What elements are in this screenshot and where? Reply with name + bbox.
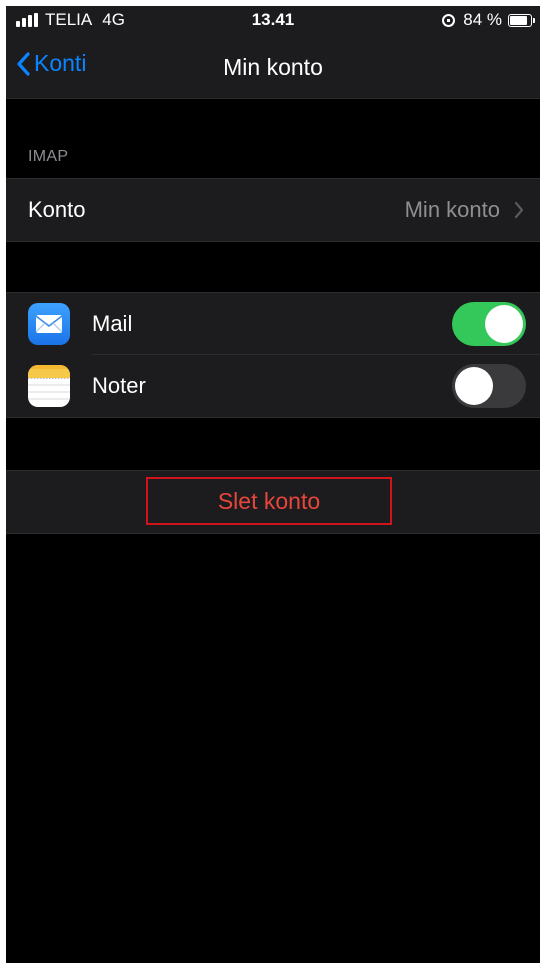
- mail-icon: [28, 303, 70, 345]
- notes-icon: [28, 365, 70, 407]
- status-right: 84 %: [442, 10, 535, 30]
- rotation-lock-icon: [442, 13, 456, 27]
- toggle-knob: [455, 367, 493, 405]
- battery-percent: 84 %: [463, 10, 502, 29]
- mail-toggle[interactable]: [452, 302, 526, 346]
- battery-icon: [508, 13, 535, 27]
- delete-group: Slet konto: [6, 470, 540, 534]
- status-bar: TELIA 4G 13.41 84 %: [6, 6, 540, 36]
- account-row-value: Min konto: [404, 197, 500, 222]
- phone-screen: TELIA 4G 13.41 84 % Konti Min konto IMAP…: [6, 6, 540, 963]
- app-row-mail: Mail: [6, 293, 540, 355]
- app-row-notes: Noter: [6, 355, 540, 417]
- delete-row: Slet konto: [6, 471, 540, 533]
- chevron-right-icon: [514, 201, 524, 219]
- delete-account-button[interactable]: Slet konto: [146, 477, 392, 525]
- notes-toggle[interactable]: [452, 364, 526, 408]
- account-group: Konto Min konto: [6, 178, 540, 242]
- navigation-bar: Konti Min konto: [6, 36, 540, 99]
- section-header-imap: IMAP: [28, 148, 69, 165]
- battery-level: [510, 15, 527, 25]
- apps-group: Mail Noter: [6, 292, 540, 418]
- toggle-knob: [485, 305, 523, 343]
- account-row-label: Konto: [28, 197, 86, 222]
- app-label-mail: Mail: [92, 311, 133, 336]
- app-label-notes: Noter: [92, 373, 146, 398]
- account-row[interactable]: Konto Min konto: [6, 179, 540, 241]
- page-title: Min konto: [223, 54, 323, 80]
